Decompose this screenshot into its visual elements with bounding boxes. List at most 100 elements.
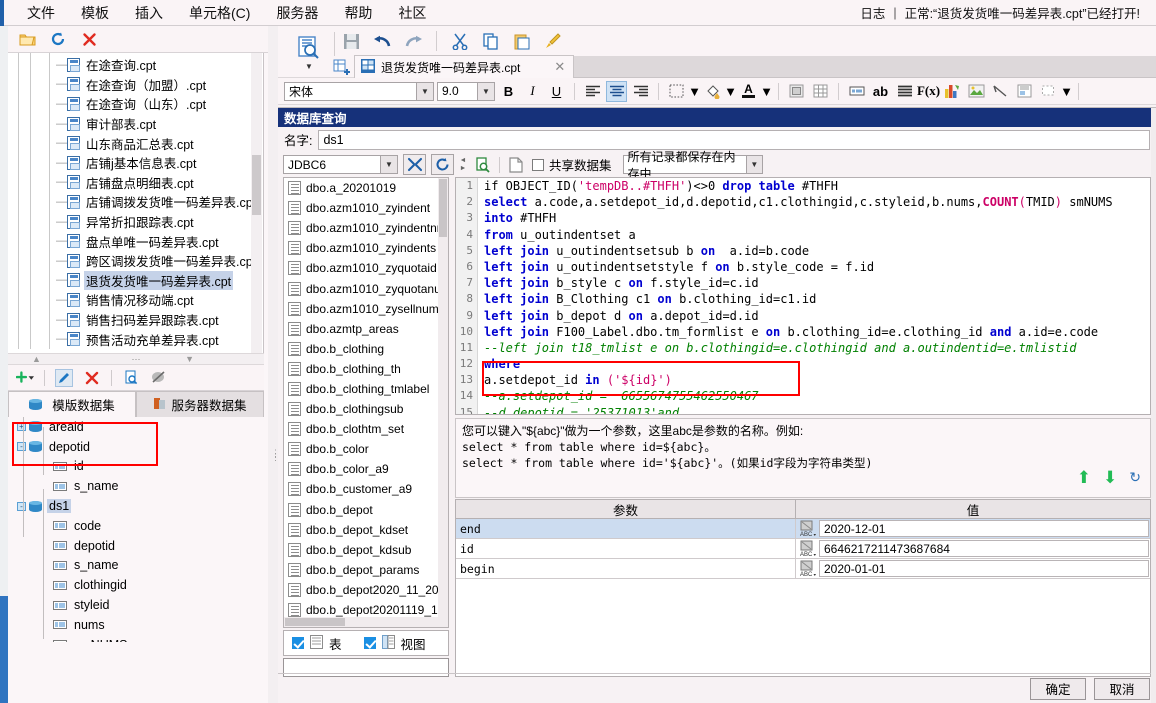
table-list-item[interactable]: dbo.azm1010_zysellnum (284, 299, 448, 319)
database-table-list[interactable]: dbo.a_20201019 dbo.azm1010_zyindent dbo.… (283, 177, 449, 628)
fill-color-icon[interactable] (702, 81, 723, 102)
parameter-value[interactable]: 2020-12-01 (819, 520, 1149, 537)
table-list-item[interactable]: dbo.azm1010_zyquotaid (284, 258, 448, 278)
collapse-icon[interactable]: - (17, 442, 26, 452)
chevron-down-icon[interactable]: ▼ (746, 156, 762, 173)
document-tab[interactable]: 退货发货唯一码差异表.cpt ✕ (354, 55, 575, 78)
table-list-item[interactable]: dbo.azmtp_areas (284, 319, 448, 339)
table-list-hscrollbar[interactable] (284, 617, 448, 627)
parameter-type-icon[interactable]: ABC (796, 559, 819, 578)
menu-item-server[interactable]: 服务器 (263, 0, 331, 26)
dataset-tree-item-areaid[interactable]: + areaid (8, 417, 264, 437)
edit-dataset-icon[interactable] (55, 368, 73, 387)
table-list-item[interactable]: dbo.a_20201019 (284, 178, 448, 198)
align-left-button[interactable] (582, 81, 603, 102)
text-field-icon[interactable] (846, 81, 867, 102)
move-down-arrow-icon[interactable]: ⬇ (1103, 469, 1117, 486)
table-list-item[interactable]: dbo.b_clothtm_set (284, 419, 448, 439)
file-tree-item[interactable]: — 在途查询（加盟）.cpt (8, 75, 263, 95)
parameter-value[interactable]: 6646217211473687684 (819, 540, 1149, 557)
table-list-vscroll-thumb[interactable] (439, 179, 447, 237)
table-list-item[interactable]: dbo.azm1010_zyindentnm (284, 218, 448, 238)
font-color-dropdown-icon[interactable]: ▼ (760, 81, 773, 102)
memory-mode-select[interactable]: 所有记录都保存在内存中 ▼ (622, 150, 763, 181)
border-icon[interactable] (666, 81, 687, 102)
font-size-select[interactable]: 9.0 ▼ (437, 81, 495, 101)
formula-icon[interactable]: F(x) (917, 81, 940, 102)
menu-item-community[interactable]: 社区 (385, 0, 439, 26)
paste-icon[interactable] (511, 30, 533, 52)
copy-icon[interactable] (480, 30, 502, 52)
merge-cells-icon[interactable] (786, 81, 807, 102)
table-list-item[interactable]: dbo.b_clothing_tmlabel (284, 379, 448, 399)
file-tree-item[interactable]: — 店铺j基本信息表.cpt (8, 153, 263, 173)
file-tree-item[interactable]: — 销售扫码差异跟踪表.cpt (8, 310, 263, 330)
table-list-item[interactable]: dbo.b_clothing_th (284, 359, 448, 379)
dialog-right-scrollbar[interactable] (1151, 108, 1156, 703)
chevron-down-icon[interactable]: ▼ (380, 156, 397, 173)
table-list-item[interactable]: dbo.b_depot (284, 500, 448, 520)
dataset-field-clothingid[interactable]: clothingid (8, 575, 264, 595)
new-file-icon[interactable] (505, 154, 527, 175)
table-list-item[interactable]: dbo.b_color (284, 439, 448, 459)
close-tab-icon[interactable]: ✕ (554, 59, 565, 75)
add-dataset-icon[interactable] (16, 369, 34, 387)
collapse-icon[interactable]: - (17, 501, 26, 511)
show-tables-checkbox[interactable] (292, 637, 304, 649)
table-list-vscrollbar[interactable] (438, 178, 448, 619)
file-tree-item[interactable]: — 跨区调拨发货唯一码差异表.cpt (8, 251, 263, 271)
dataset-field-depotid[interactable]: depotid (8, 536, 264, 556)
parameter-type-icon[interactable]: ABC (796, 539, 819, 558)
connection-select[interactable]: JDBC6 ▼ (283, 155, 398, 174)
file-tree-item[interactable]: — 在途查询.cpt (8, 55, 263, 75)
dataset-field-smnums[interactable]: smNUMS (8, 635, 264, 642)
insert-shape-icon[interactable] (1038, 81, 1059, 102)
dataset-tree[interactable]: + areaid - depotid id s_name - ds1 code … (8, 417, 264, 642)
ok-button[interactable]: 确定 (1030, 677, 1086, 700)
table-list-item[interactable]: dbo.azm1010_zyindent (284, 198, 448, 218)
wrench-icon[interactable] (403, 154, 426, 175)
sql-editor[interactable]: 1 2 3 4 5 6 7 8 9 10 11 12 13 14 15 if O… (455, 177, 1151, 415)
format-brush-icon[interactable] (542, 30, 564, 52)
panel-splitter-vertical[interactable]: ⋮ ⋮ (268, 26, 280, 703)
show-views-checkbox[interactable] (363, 637, 376, 649)
table-icon[interactable] (810, 81, 831, 102)
file-tree-item[interactable]: — 销售情况移动端.cpt (8, 290, 263, 310)
file-tree-item[interactable]: — 盘点单唯一码差异表.cpt (8, 231, 263, 251)
redo-icon[interactable] (402, 30, 424, 52)
preview-icon[interactable] (472, 154, 494, 175)
file-tree-item[interactable]: — 在途查询（山东）.cpt (8, 94, 263, 114)
tab-template-dataset[interactable]: 模版数据集 (8, 391, 136, 417)
file-tree[interactable]: — 在途查询.cpt — 在途查询（加盟）.cpt — 在途查询（山东）.cpt — 审… (8, 53, 264, 353)
border-dropdown-icon[interactable]: ▼ (688, 81, 701, 102)
close-icon[interactable] (80, 30, 98, 48)
menu-item-file[interactable]: 文件 (14, 0, 68, 26)
log-label[interactable]: 日志 (860, 3, 885, 22)
insert-image-icon[interactable] (966, 81, 987, 102)
table-list-item[interactable]: dbo.b_color_a9 (284, 459, 448, 479)
chevron-down-icon[interactable]: ▼ (477, 82, 494, 100)
splitter-collapse-up-icon[interactable]: ▲ (32, 354, 41, 364)
parameter-type-icon[interactable]: ABC (796, 519, 819, 538)
insert-line-icon[interactable] (990, 81, 1011, 102)
parameter-row[interactable]: end ABC 2020-12-01 (456, 519, 1150, 539)
expand-icon[interactable]: + (17, 422, 26, 432)
dataset-field-s-name[interactable]: s_name (8, 556, 264, 576)
table-list-item[interactable]: dbo.b_clothingsub (284, 399, 448, 419)
file-tree-scroll-thumb[interactable] (252, 155, 261, 215)
menu-item-insert[interactable]: 插入 (122, 0, 176, 26)
bold-button[interactable]: B (498, 81, 519, 102)
underline-button[interactable]: U (546, 81, 567, 102)
delete-dataset-icon[interactable] (83, 369, 101, 387)
move-up-arrow-icon[interactable]: ⬆ (1077, 469, 1091, 486)
new-sheet-icon[interactable] (328, 56, 354, 78)
splitter-collapse-down-icon[interactable]: ▼ (185, 354, 194, 364)
shared-dataset-checkbox[interactable] (532, 158, 544, 171)
table-list-item[interactable]: dbo.b_clothing (284, 339, 448, 359)
font-family-select[interactable]: 宋体 ▼ (284, 81, 434, 101)
file-tree-item[interactable]: — 审计部表.cpt (8, 114, 263, 134)
table-list-item[interactable]: dbo.azm1010_zyquotanu (284, 278, 448, 298)
file-tree-item-selected[interactable]: — 退货发货唯一码差异表.cpt (8, 270, 263, 291)
chevron-down-icon[interactable]: ▼ (305, 62, 313, 71)
align-right-button[interactable] (630, 81, 651, 102)
